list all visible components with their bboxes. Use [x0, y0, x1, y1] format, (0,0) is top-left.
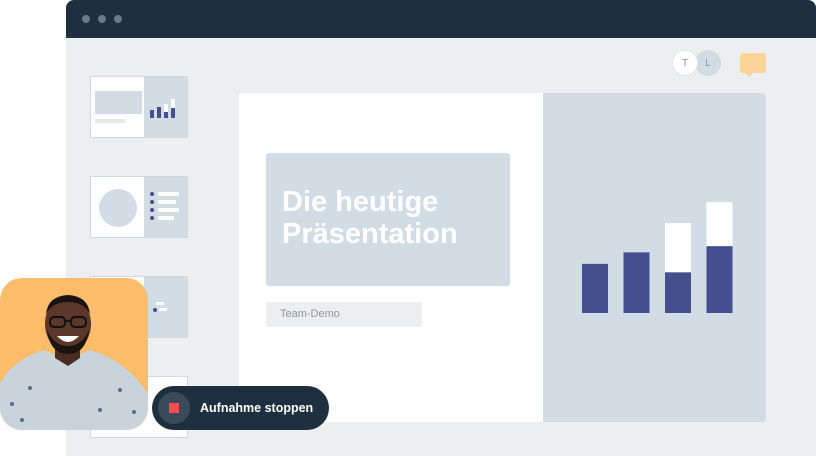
slide-thumbnail-1[interactable]: [90, 76, 188, 138]
slide-title-line-2: Präsentation: [282, 218, 458, 250]
thumb-subtitle-block: [95, 119, 125, 123]
slide-chart-panel: [543, 93, 766, 422]
chart-bar-4-segment-1: [706, 246, 733, 313]
thumb-diagram-panel: [144, 277, 187, 337]
thumb-chart-panel: [144, 77, 187, 137]
thumb-circle-shape: [99, 189, 137, 227]
collaborator-avatar-t[interactable]: T: [672, 50, 698, 76]
webcam-preview[interactable]: [0, 278, 148, 430]
chart-bar-3-segment-2: [665, 223, 691, 273]
thumb-title-block: [95, 91, 142, 114]
slide-bar-chart: [582, 202, 733, 313]
chart-bar-1-segment-1: [582, 263, 608, 313]
thumb-list-panel: [144, 177, 187, 237]
main-slide-canvas[interactable]: Die heutige Präsentation Team-Demo: [239, 93, 766, 422]
stop-icon: [158, 392, 190, 424]
chart-bar-2-segment-1: [623, 252, 650, 313]
window-maximize-dot[interactable]: [114, 15, 122, 23]
slide-title-line-1: Die heutige: [282, 186, 439, 218]
chat-bubble-icon[interactable]: [740, 53, 766, 77]
window-close-dot[interactable]: [82, 15, 90, 23]
slide-subtitle-box[interactable]: Team-Demo: [266, 302, 422, 327]
stop-recording-label: Aufnahme stoppen: [200, 401, 314, 415]
chart-bar-4-segment-2: [706, 202, 733, 247]
stop-recording-button[interactable]: Aufnahme stoppen: [152, 386, 329, 430]
window-minimize-dot[interactable]: [98, 15, 106, 23]
presenter-video-image: [0, 295, 148, 430]
collaborator-avatar-l[interactable]: L: [695, 50, 721, 76]
slide-thumbnail-2[interactable]: [90, 176, 188, 238]
stop-square-shape: [169, 403, 179, 413]
slide-title-box[interactable]: Die heutige Präsentation: [266, 153, 510, 286]
window-titlebar: [66, 0, 816, 38]
chart-bar-3-segment-1: [665, 272, 691, 313]
